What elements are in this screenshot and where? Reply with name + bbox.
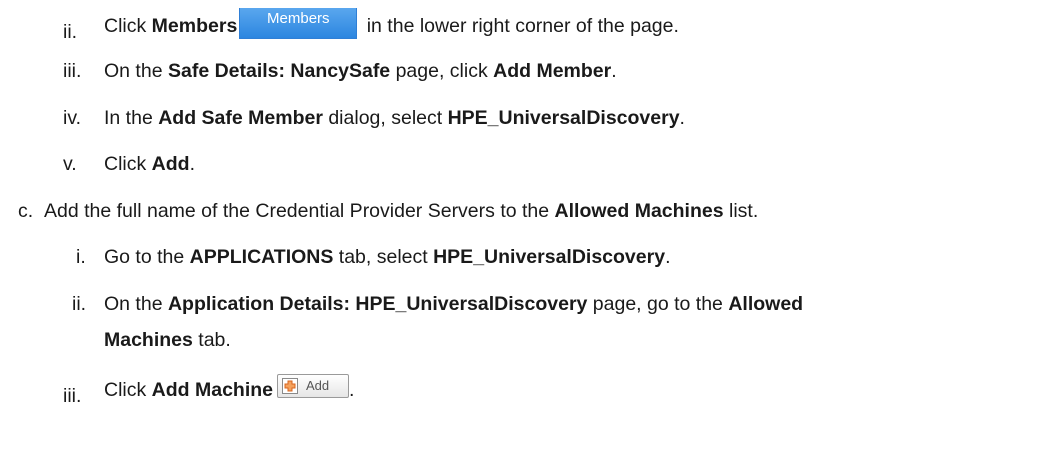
step-number: ii.	[72, 293, 87, 315]
step-iv-select-member: iv. In the Add Safe Member dialog, select…	[63, 106, 685, 130]
step-bold-text: HPE_UniversalDiscovery	[433, 246, 666, 268]
step-text: page, click	[390, 60, 494, 82]
step-text: On the	[104, 60, 168, 82]
step-number: c.	[18, 200, 34, 222]
add-button-label: Add	[306, 378, 330, 393]
step-number: i.	[76, 246, 86, 268]
step-ii-application-details: ii. On the Application Details: HPE_Unive…	[72, 292, 803, 316]
step-bold-text: Add Safe Member	[158, 107, 323, 129]
step-bold-text: Add Machine	[151, 379, 274, 401]
step-iii-add-machine: iii. Click Add Machine Add.	[63, 374, 354, 408]
step-text: tab.	[192, 329, 231, 351]
add-plus-icon	[282, 378, 299, 394]
step-text: Click	[104, 153, 152, 175]
step-number: iii.	[63, 385, 82, 407]
step-text: list.	[723, 200, 759, 222]
step-number: iv.	[63, 107, 82, 129]
members-button[interactable]: Members	[239, 8, 358, 39]
members-button-label: Members	[267, 10, 330, 27]
step-text: dialog, select	[322, 107, 448, 129]
step-iii-add-member: iii. On the Safe Details: NancySafe page,…	[63, 59, 617, 83]
step-number: v.	[63, 153, 77, 175]
step-text: .	[189, 153, 195, 175]
step-text: page, go to the	[587, 293, 729, 315]
step-c-allowed-machines: c. Add the full name of the Credential Pr…	[18, 199, 758, 223]
step-bold-text: Allowed Machines	[554, 200, 724, 222]
step-bold-text: HPE_UniversalDiscovery	[447, 107, 680, 129]
step-bold-text: APPLICATIONS	[189, 246, 334, 268]
step-text: Click	[104, 379, 152, 401]
step-text: tab, select	[333, 246, 434, 268]
step-text: .	[665, 246, 671, 268]
step-bold-text: Add	[151, 153, 190, 175]
step-ii-application-details-cont: Machines tab.	[104, 328, 231, 352]
step-text: In the	[104, 107, 159, 129]
step-bold-text: Allowed	[728, 293, 804, 315]
step-text: Go to the	[104, 246, 190, 268]
add-machine-button[interactable]: Add	[277, 374, 350, 398]
step-ii-members: ii. Click Members Members in the lower rig…	[63, 8, 679, 44]
step-text: Add the full name of the Credential Prov…	[44, 200, 555, 222]
step-v-click-add: v. Click Add.	[63, 152, 195, 176]
step-text: On the	[104, 293, 168, 315]
step-text: in the lower right corner of the page.	[361, 15, 679, 37]
step-bold-text: Add Member	[493, 60, 612, 82]
step-text: .	[679, 107, 685, 129]
step-bold-text: Application Details: HPE_UniversalDiscov…	[167, 293, 588, 315]
step-i-applications-tab: i. Go to the APPLICATIONS tab, select HPE…	[76, 245, 670, 269]
step-number: ii.	[63, 21, 78, 43]
step-text: .	[611, 60, 617, 82]
step-bold-text: Safe Details: NancySafe	[167, 60, 391, 82]
step-text: .	[349, 379, 355, 401]
step-text: Click	[104, 15, 152, 37]
step-bold-text: Members	[151, 15, 238, 37]
step-number: iii.	[63, 60, 82, 82]
step-bold-text: Machines	[104, 329, 193, 351]
